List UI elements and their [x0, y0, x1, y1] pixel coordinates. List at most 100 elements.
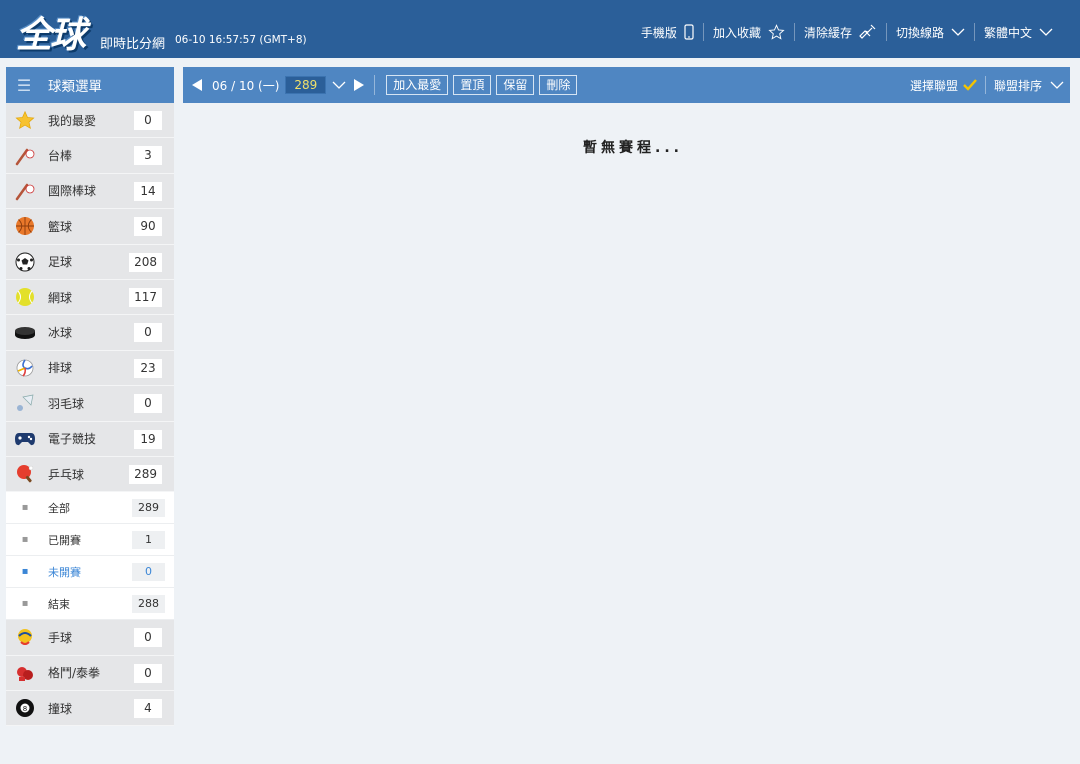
sidebar-item-intl-baseball[interactable]: 國際棒球 14 — [6, 173, 174, 210]
bullet-icon: ▪ — [21, 534, 29, 546]
subitem-count: 0 — [132, 563, 165, 582]
sidebar-item-handball[interactable]: 手球 0 — [6, 620, 174, 656]
match-count-badge: 289 — [285, 76, 327, 94]
sidebar-item-count: 3 — [134, 146, 162, 166]
league-sort-dropdown[interactable]: 聯盟排序 — [988, 77, 1070, 94]
sidebar-item-count: 117 — [129, 287, 162, 307]
add-favorite-button[interactable]: 加入最愛 — [386, 75, 449, 95]
site-subtitle: 即時比分網 — [100, 37, 166, 52]
sidebar-item-volleyball[interactable]: 排球 23 — [6, 350, 174, 387]
sidebar-item-favorites[interactable]: 我的最愛 0 — [6, 103, 174, 139]
toolbar-right: 選擇聯盟 聯盟排序 — [904, 67, 1070, 103]
subitem-not-started[interactable]: ▪ 未開賽 0 — [6, 556, 174, 589]
sidebar-item-count: 0 — [134, 663, 162, 683]
sidebar-item-badminton[interactable]: 羽毛球 0 — [6, 386, 174, 422]
select-league-label: 選擇聯盟 — [909, 78, 958, 93]
switch-route-label: 切換線路 — [895, 25, 944, 40]
add-bookmark-link[interactable]: 加入收藏 — [702, 23, 794, 41]
ping-pong-icon — [6, 464, 44, 484]
mobile-version-label: 手機版 — [640, 25, 677, 40]
sidebar-item-soccer[interactable]: 足球 208 — [6, 244, 174, 280]
top-header: 全球 即時比分網 06-10 16:57:57 (GMT+8) 手機版 加入收藏… — [0, 0, 1080, 58]
subitem-in-play[interactable]: ▪ 已開賽 1 — [6, 524, 174, 557]
prev-day-arrow-icon[interactable] — [192, 79, 202, 91]
hockey-puck-icon — [6, 326, 44, 340]
svg-text:8: 8 — [23, 705, 27, 713]
clear-cache-label: 清除緩存 — [803, 25, 852, 40]
soccer-icon — [6, 252, 44, 272]
sidebar-title: 球類選單 — [48, 79, 102, 95]
language-select[interactable]: 繁體中文 — [973, 23, 1062, 41]
sidebar-item-table-tennis[interactable]: 乒乓球 289 — [6, 456, 174, 493]
basketball-icon — [6, 216, 44, 236]
sidebar-item-count: 4 — [134, 699, 162, 719]
delete-button[interactable]: 刪除 — [539, 75, 578, 95]
gamepad-icon — [6, 431, 44, 447]
sidebar-item-count: 14 — [134, 181, 162, 201]
subitem-label: 結束 — [48, 597, 70, 611]
mobile-icon — [684, 24, 694, 40]
tennis-icon — [6, 287, 44, 307]
sidebar-item-count: 0 — [134, 628, 162, 648]
sport-sidebar: ☰ 球類選單 我的最愛 0 台棒 3 國際棒球 14 籃球 90 足球 208 … — [6, 67, 174, 727]
volleyball-icon — [6, 358, 44, 378]
handball-icon — [6, 627, 44, 647]
site-logo[interactable]: 全球 — [16, 6, 86, 58]
language-label: 繁體中文 — [983, 25, 1032, 40]
chevron-down-icon — [1050, 80, 1064, 90]
bullet-icon: ▪ — [21, 502, 29, 514]
subitem-label: 未開賽 — [48, 565, 81, 579]
date-dropdown-chevron-icon[interactable] — [332, 80, 346, 90]
empty-schedule-message: 暫無賽程... — [583, 140, 683, 156]
subitem-finished[interactable]: ▪ 結束 288 — [6, 588, 174, 621]
sidebar-item-count: 208 — [129, 252, 162, 272]
clear-cache-link[interactable]: 清除緩存 — [793, 23, 886, 41]
next-day-arrow-icon[interactable] — [354, 79, 365, 91]
header-links: 手機版 加入收藏 清除緩存 切換線路 繁體中文 — [632, 20, 1062, 44]
subitem-label: 全部 — [48, 501, 70, 515]
sidebar-item-billiards[interactable]: 8 撞球 4 — [6, 691, 174, 727]
baseball-icon — [6, 181, 44, 201]
boxing-glove-icon — [6, 663, 44, 683]
subitem-count: 1 — [132, 531, 165, 550]
sidebar-item-count: 90 — [134, 217, 162, 237]
chevron-down-icon — [1039, 27, 1053, 37]
sidebar-item-taiwan-baseball[interactable]: 台棒 3 — [6, 138, 174, 174]
subitem-count: 289 — [132, 499, 165, 518]
switch-route-link[interactable]: 切換線路 — [885, 23, 974, 41]
checkmark-icon — [963, 79, 977, 91]
subitem-label: 已開賽 — [48, 533, 81, 547]
sidebar-item-count: 289 — [129, 464, 162, 484]
current-time: 06-10 16:57:57 (GMT+8) — [175, 34, 307, 46]
sidebar-item-ice-hockey[interactable]: 冰球 0 — [6, 315, 174, 351]
sidebar-item-count: 0 — [134, 323, 162, 343]
baseball-icon — [6, 146, 44, 166]
eight-ball-icon: 8 — [6, 698, 44, 718]
bullet-icon: ▪ — [21, 598, 29, 610]
keep-button[interactable]: 保留 — [496, 75, 535, 95]
sidebar-item-count: 0 — [134, 111, 162, 130]
sidebar-header: ☰ 球類選單 — [6, 67, 174, 103]
hamburger-menu-icon[interactable]: ☰ — [6, 76, 42, 95]
sidebar-item-count: 23 — [134, 358, 162, 378]
sidebar-item-tennis[interactable]: 網球 117 — [6, 279, 174, 316]
match-toolbar: 06 / 10 (一) 289 加入最愛 置頂 保留 刪除 選擇聯盟 聯盟排序 — [183, 67, 1070, 103]
star-icon — [6, 110, 44, 130]
league-sort-label: 聯盟排序 — [993, 78, 1042, 93]
mobile-version-link[interactable]: 手機版 — [632, 23, 703, 41]
star-outline-icon — [768, 24, 785, 40]
sidebar-item-basketball[interactable]: 籃球 90 — [6, 209, 174, 245]
add-bookmark-label: 加入收藏 — [712, 25, 761, 40]
date-display: 06 / 10 (一) — [212, 78, 280, 93]
sidebar-item-boxing[interactable]: 格鬥/泰拳 0 — [6, 655, 174, 692]
sidebar-item-esports[interactable]: 電子競技 19 — [6, 421, 174, 457]
broom-icon — [859, 24, 877, 40]
shuttlecock-icon — [6, 393, 44, 413]
bullet-icon: ▪ — [21, 566, 29, 578]
sidebar-item-count: 0 — [134, 394, 162, 414]
subitem-count: 288 — [132, 595, 165, 614]
select-league-button[interactable]: 選擇聯盟 — [904, 77, 983, 94]
sidebar-item-count: 19 — [134, 429, 162, 449]
subitem-all[interactable]: ▪ 全部 289 — [6, 492, 174, 525]
pin-top-button[interactable]: 置頂 — [453, 75, 492, 95]
